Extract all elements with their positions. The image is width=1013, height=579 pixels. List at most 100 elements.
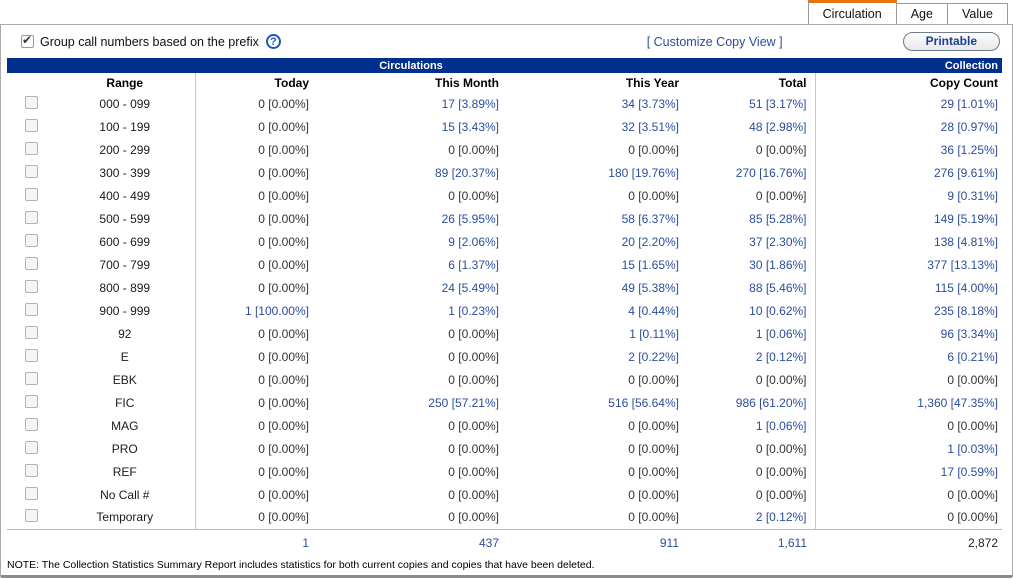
range-label[interactable]: 400 - 499 [55, 184, 195, 207]
table-row: 600 - 6990 [0.00%]9 [2.06%]20 [2.20%]37 … [7, 230, 1002, 253]
copy-count-value[interactable]: 115 [4.00%] [815, 276, 1002, 299]
row-checkbox[interactable] [25, 487, 38, 500]
row-checkbox[interactable] [25, 96, 38, 109]
this-year-value[interactable]: 4 [0.44%] [507, 299, 687, 322]
row-checkbox[interactable] [25, 280, 38, 293]
copy-count-value[interactable]: 149 [5.19%] [815, 207, 1002, 230]
row-checkbox[interactable] [25, 326, 38, 339]
range-label[interactable]: 100 - 199 [55, 115, 195, 138]
this-year-value: 0 [0.00%] [507, 138, 687, 161]
range-label[interactable]: 500 - 599 [55, 207, 195, 230]
this-year-value[interactable]: 516 [56.64%] [507, 391, 687, 414]
row-checkbox[interactable] [25, 372, 38, 385]
total-value[interactable]: 51 [3.17%] [687, 92, 815, 115]
this-year-value[interactable]: 49 [5.38%] [507, 276, 687, 299]
total-value[interactable]: 30 [1.86%] [687, 253, 815, 276]
copy-count-value[interactable]: 6 [0.21%] [815, 345, 1002, 368]
this-month-value[interactable]: 6 [1.37%] [317, 253, 507, 276]
this-month-value[interactable]: 17 [3.89%] [317, 92, 507, 115]
row-checkbox[interactable] [25, 234, 38, 247]
tab-value[interactable]: Value [947, 3, 1008, 24]
total-value[interactable]: 986 [61.20%] [687, 391, 815, 414]
total-value[interactable]: 88 [5.46%] [687, 276, 815, 299]
row-checkbox[interactable] [25, 418, 38, 431]
grand-total[interactable]: 1,611 [687, 529, 815, 556]
row-checkbox[interactable] [25, 142, 38, 155]
copy-count-value: 0 [0.00%] [815, 368, 1002, 391]
copy-count-value[interactable]: 29 [1.01%] [815, 92, 1002, 115]
total-value[interactable]: 2 [0.12%] [687, 506, 815, 529]
row-checkbox[interactable] [25, 303, 38, 316]
copy-count-value[interactable]: 377 [13.13%] [815, 253, 1002, 276]
total-value[interactable]: 48 [2.98%] [687, 115, 815, 138]
total-value[interactable]: 1 [0.06%] [687, 322, 815, 345]
row-checkbox[interactable] [25, 119, 38, 132]
this-month-value[interactable]: 24 [5.49%] [317, 276, 507, 299]
today-value[interactable]: 1 [100.00%] [195, 299, 317, 322]
this-year-value[interactable]: 2 [0.22%] [507, 345, 687, 368]
row-checkbox[interactable] [25, 188, 38, 201]
copy-count-value[interactable]: 36 [1.25%] [815, 138, 1002, 161]
range-label[interactable]: 900 - 999 [55, 299, 195, 322]
range-label[interactable]: 300 - 399 [55, 161, 195, 184]
this-year-value[interactable]: 32 [3.51%] [507, 115, 687, 138]
range-label[interactable]: 000 - 099 [55, 92, 195, 115]
copy-count-value[interactable]: 276 [9.61%] [815, 161, 1002, 184]
help-icon[interactable]: ? [266, 34, 281, 49]
range-label[interactable]: 800 - 899 [55, 276, 195, 299]
tab-circulation[interactable]: Circulation [808, 0, 897, 24]
copy-count-value[interactable]: 235 [8.18%] [815, 299, 1002, 322]
total-value[interactable]: 270 [16.76%] [687, 161, 815, 184]
row-checkbox[interactable] [25, 464, 38, 477]
table-row: No Call #0 [0.00%]0 [0.00%]0 [0.00%]0 [0… [7, 483, 1002, 506]
copy-count-value[interactable]: 138 [4.81%] [815, 230, 1002, 253]
row-checkbox[interactable] [25, 211, 38, 224]
this-year-value[interactable]: 34 [3.73%] [507, 92, 687, 115]
row-checkbox[interactable] [25, 509, 38, 522]
this-year-value[interactable]: 20 [2.20%] [507, 230, 687, 253]
this-month-total[interactable]: 437 [317, 529, 507, 556]
this-year-total[interactable]: 911 [507, 529, 687, 556]
today-value: 0 [0.00%] [195, 138, 317, 161]
copy-count-value[interactable]: 1,360 [47.35%] [815, 391, 1002, 414]
printable-button[interactable]: Printable [903, 32, 1000, 51]
table-row: 300 - 3990 [0.00%]89 [20.37%]180 [19.76%… [7, 161, 1002, 184]
range-label[interactable]: 200 - 299 [55, 138, 195, 161]
row-checkbox[interactable] [25, 441, 38, 454]
this-year-value[interactable]: 180 [19.76%] [507, 161, 687, 184]
this-month-value[interactable]: 9 [2.06%] [317, 230, 507, 253]
copy-count-value[interactable]: 28 [0.97%] [815, 115, 1002, 138]
this-month-value[interactable]: 26 [5.95%] [317, 207, 507, 230]
today-value: 0 [0.00%] [195, 161, 317, 184]
this-year-value[interactable]: 1 [0.11%] [507, 322, 687, 345]
total-value: 0 [0.00%] [687, 437, 815, 460]
this-year-value[interactable]: 15 [1.65%] [507, 253, 687, 276]
total-value[interactable]: 1 [0.06%] [687, 414, 815, 437]
row-checkbox[interactable] [25, 395, 38, 408]
copy-count-value[interactable]: 9 [0.31%] [815, 184, 1002, 207]
total-value[interactable]: 85 [5.28%] [687, 207, 815, 230]
range-label[interactable]: 700 - 799 [55, 253, 195, 276]
this-month-value[interactable]: 89 [20.37%] [317, 161, 507, 184]
today-total[interactable]: 1 [195, 529, 317, 556]
group-prefix-checkbox[interactable] [21, 35, 34, 48]
row-checkbox[interactable] [25, 165, 38, 178]
copy-count-value[interactable]: 96 [3.34%] [815, 322, 1002, 345]
total-value[interactable]: 10 [0.62%] [687, 299, 815, 322]
this-month-value[interactable]: 250 [57.21%] [317, 391, 507, 414]
this-month-value[interactable]: 15 [3.43%] [317, 115, 507, 138]
total-value[interactable]: 2 [0.12%] [687, 345, 815, 368]
customize-copy-view-link[interactable]: [ Customize Copy View ] [647, 35, 783, 49]
row-checkbox[interactable] [25, 349, 38, 362]
this-month-value[interactable]: 1 [0.23%] [317, 299, 507, 322]
this-month-value: 0 [0.00%] [317, 483, 507, 506]
tab-age[interactable]: Age [896, 3, 948, 24]
row-checkbox[interactable] [25, 257, 38, 270]
collection-group-header: Collection [815, 58, 1002, 73]
copy-count-value[interactable]: 1 [0.03%] [815, 437, 1002, 460]
range-label[interactable]: 600 - 699 [55, 230, 195, 253]
copy-count-value[interactable]: 17 [0.59%] [815, 460, 1002, 483]
this-year-value[interactable]: 58 [6.37%] [507, 207, 687, 230]
total-value[interactable]: 37 [2.30%] [687, 230, 815, 253]
group-prefix-toggle[interactable]: Group call numbers based on the prefix [21, 35, 259, 49]
